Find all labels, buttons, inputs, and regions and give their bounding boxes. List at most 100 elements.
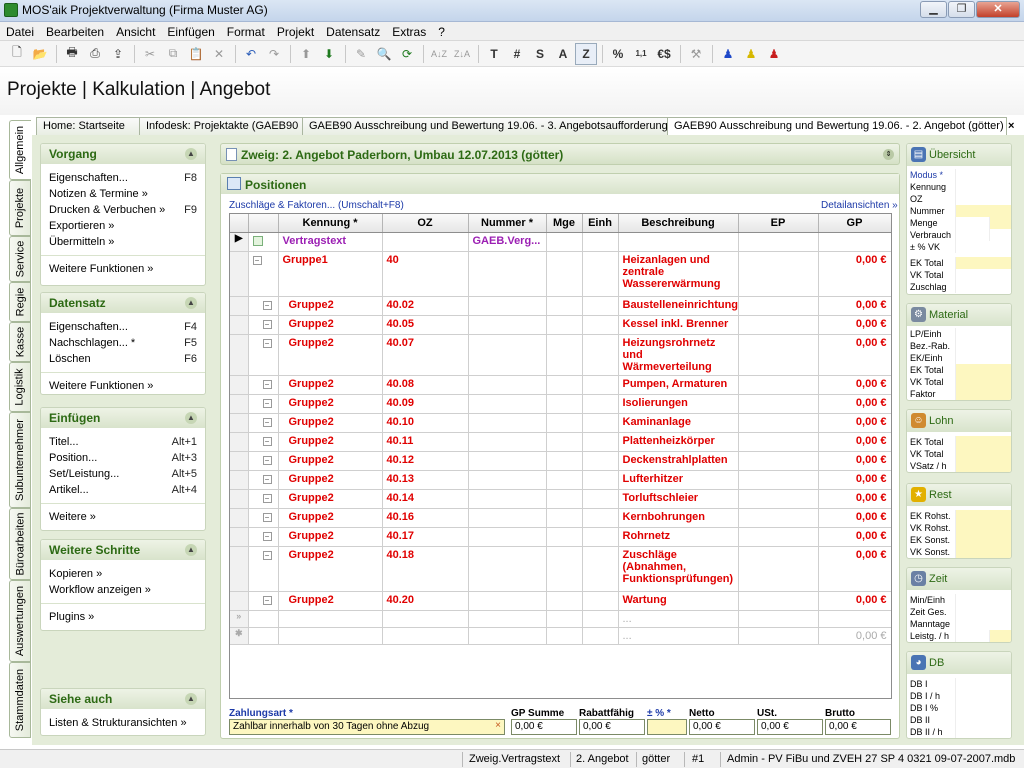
cell-mge[interactable] [546, 610, 583, 628]
einfuegen-set-leistung[interactable]: Set/Leistung... Alt+5 [41, 466, 205, 482]
sort-asc-icon[interactable]: A↓Z [428, 43, 450, 65]
einfuegen-position[interactable]: Position... Alt+3 [41, 450, 205, 466]
cell-einh[interactable] [582, 296, 619, 316]
vtab-allgemein[interactable]: Allgemein [9, 120, 31, 180]
cell-gp[interactable]: 0,00 € [818, 334, 891, 376]
collapse-node-icon[interactable]: − [262, 379, 272, 389]
cell-oz[interactable]: 40.20 [382, 591, 469, 611]
datensatz-loeschen[interactable]: Löschen F6 [41, 351, 205, 367]
tab-infodesk[interactable]: Infodesk: Projektakte (GAEB90 [139, 117, 303, 135]
cell-ep[interactable] [738, 610, 819, 628]
collapse-icon[interactable]: ▲ [185, 148, 197, 160]
row-selector-cell[interactable] [230, 413, 249, 433]
clear-icon[interactable]: × [495, 720, 501, 731]
expand-collapse-icon[interactable]: ⇕ [883, 149, 894, 160]
cell-einh[interactable] [582, 394, 619, 414]
cell-oz[interactable]: 40.09 [382, 394, 469, 414]
tab-home[interactable]: Home: Startseite [36, 117, 140, 135]
cell-kennung[interactable]: Gruppe1 [278, 251, 383, 297]
tab-close-icon[interactable]: × [1008, 120, 1014, 132]
tree-cell[interactable]: − [248, 296, 279, 316]
cell-kennung[interactable]: Gruppe2 [278, 546, 383, 592]
einfuegen-weitere[interactable]: Weitere » [41, 509, 205, 525]
weitere-workflow[interactable]: Workflow anzeigen » [41, 582, 205, 598]
cell-mge[interactable] [546, 591, 583, 611]
cell-kennung[interactable]: Vertragstext [278, 232, 383, 252]
vorgang-exportieren[interactable]: Exportieren » [41, 218, 205, 234]
cell-gp[interactable]: 0,00 € [818, 451, 891, 471]
cell-einh[interactable] [582, 591, 619, 611]
cell-einh[interactable] [582, 508, 619, 528]
info-value[interactable] [955, 169, 1011, 181]
vtab-kasse[interactable]: Kasse [9, 322, 31, 362]
cell-mge[interactable] [546, 470, 583, 490]
cell-oz[interactable]: 40.17 [382, 527, 469, 547]
cell-beschreibung[interactable]: ... [618, 627, 739, 645]
cell-ep[interactable] [738, 489, 819, 509]
collapse-icon[interactable]: ▲ [185, 412, 197, 424]
percent-field[interactable] [647, 719, 687, 735]
cell-nummer[interactable] [468, 546, 547, 592]
col-mge[interactable]: Mge [546, 214, 583, 233]
down-icon[interactable]: ⬇ [318, 43, 340, 65]
cell-oz[interactable]: 40.08 [382, 375, 469, 395]
cell-einh[interactable] [582, 610, 619, 628]
cell-nummer[interactable]: GAEB.Verg... [468, 232, 547, 252]
col-nummer[interactable]: Nummer * [468, 214, 547, 233]
format-number-button[interactable]: # [506, 43, 528, 65]
cell-nummer[interactable] [468, 334, 547, 376]
collapse-icon[interactable]: ▲ [185, 544, 197, 556]
tab-ausschreibung-3[interactable]: GAEB90 Ausschreibung und Bewertung 19.06… [302, 117, 668, 135]
cell-beschreibung[interactable]: Lufterhitzer [618, 470, 739, 490]
cell-oz[interactable] [382, 627, 469, 645]
cell-mge[interactable] [546, 315, 583, 335]
cell-gp[interactable]: 0,00 € [818, 315, 891, 335]
tree-cell[interactable]: − [248, 334, 279, 376]
format-text-button[interactable]: T [483, 43, 505, 65]
table-row[interactable]: − Gruppe2 40.13 Lufterhitzer 0,00 € [230, 470, 891, 490]
format-s-button[interactable]: S [529, 43, 551, 65]
cell-einh[interactable] [582, 527, 619, 547]
cell-beschreibung[interactable]: Kaminanlage [618, 413, 739, 433]
cell-nummer[interactable] [468, 413, 547, 433]
row-selector-cell[interactable]: » [230, 610, 249, 628]
vtab-stammdaten[interactable]: Stammdaten [9, 662, 31, 738]
row-selector-cell[interactable] [230, 296, 249, 316]
cell-kennung[interactable]: Gruppe2 [278, 470, 383, 490]
cell-einh[interactable] [582, 489, 619, 509]
cell-gp[interactable]: 0,00 € [818, 375, 891, 395]
row-selector-cell[interactable] [230, 394, 249, 414]
col-ep[interactable]: EP [738, 214, 819, 233]
up-icon[interactable]: ⬆ [295, 43, 317, 65]
cell-beschreibung[interactable]: Deckenstrahlplatten [618, 451, 739, 471]
export-icon[interactable]: ⇪ [107, 43, 129, 65]
cell-kennung[interactable]: Gruppe2 [278, 394, 383, 414]
tree-cell[interactable]: − [248, 432, 279, 452]
row-selector-cell[interactable]: ✱ [230, 627, 249, 645]
collapse-icon[interactable]: ▲ [185, 297, 197, 309]
table-row[interactable]: − Gruppe2 40.09 Isolierungen 0,00 € [230, 394, 891, 414]
cell-gp[interactable]: 0,00 € [818, 413, 891, 433]
tree-cell[interactable] [248, 232, 279, 252]
collapse-node-icon[interactable]: − [262, 474, 272, 484]
cell-ep[interactable] [738, 296, 819, 316]
cell-gp[interactable] [818, 232, 891, 252]
vtab-bueroarbeiten[interactable]: Büroarbeiten [9, 508, 31, 580]
cell-beschreibung[interactable]: Torluftschleier [618, 489, 739, 509]
preview-icon[interactable]: ⎙ [84, 43, 106, 65]
vtab-projekte[interactable]: Projekte [9, 180, 31, 236]
vtab-logistik[interactable]: Logistik [9, 362, 31, 412]
cell-kennung[interactable] [278, 627, 383, 645]
cell-oz[interactable]: 40.12 [382, 451, 469, 471]
close-button[interactable]: ✕ [976, 1, 1020, 18]
tree-cell[interactable]: − [248, 470, 279, 490]
datensatz-eigenschaften[interactable]: Eigenschaften... F4 [41, 319, 205, 335]
cell-oz[interactable]: 40.13 [382, 470, 469, 490]
table-row[interactable]: − Gruppe2 40.18 Zuschläge (Abnahmen, Funkti… [230, 546, 891, 592]
cell-ep[interactable] [738, 251, 819, 297]
cell-nummer[interactable] [468, 394, 547, 414]
col-kennung[interactable]: Kennung * [278, 214, 383, 233]
collapse-node-icon[interactable]: − [262, 455, 272, 465]
cell-gp[interactable]: 0,00 € [818, 432, 891, 452]
collapse-node-icon[interactable]: − [252, 255, 262, 265]
